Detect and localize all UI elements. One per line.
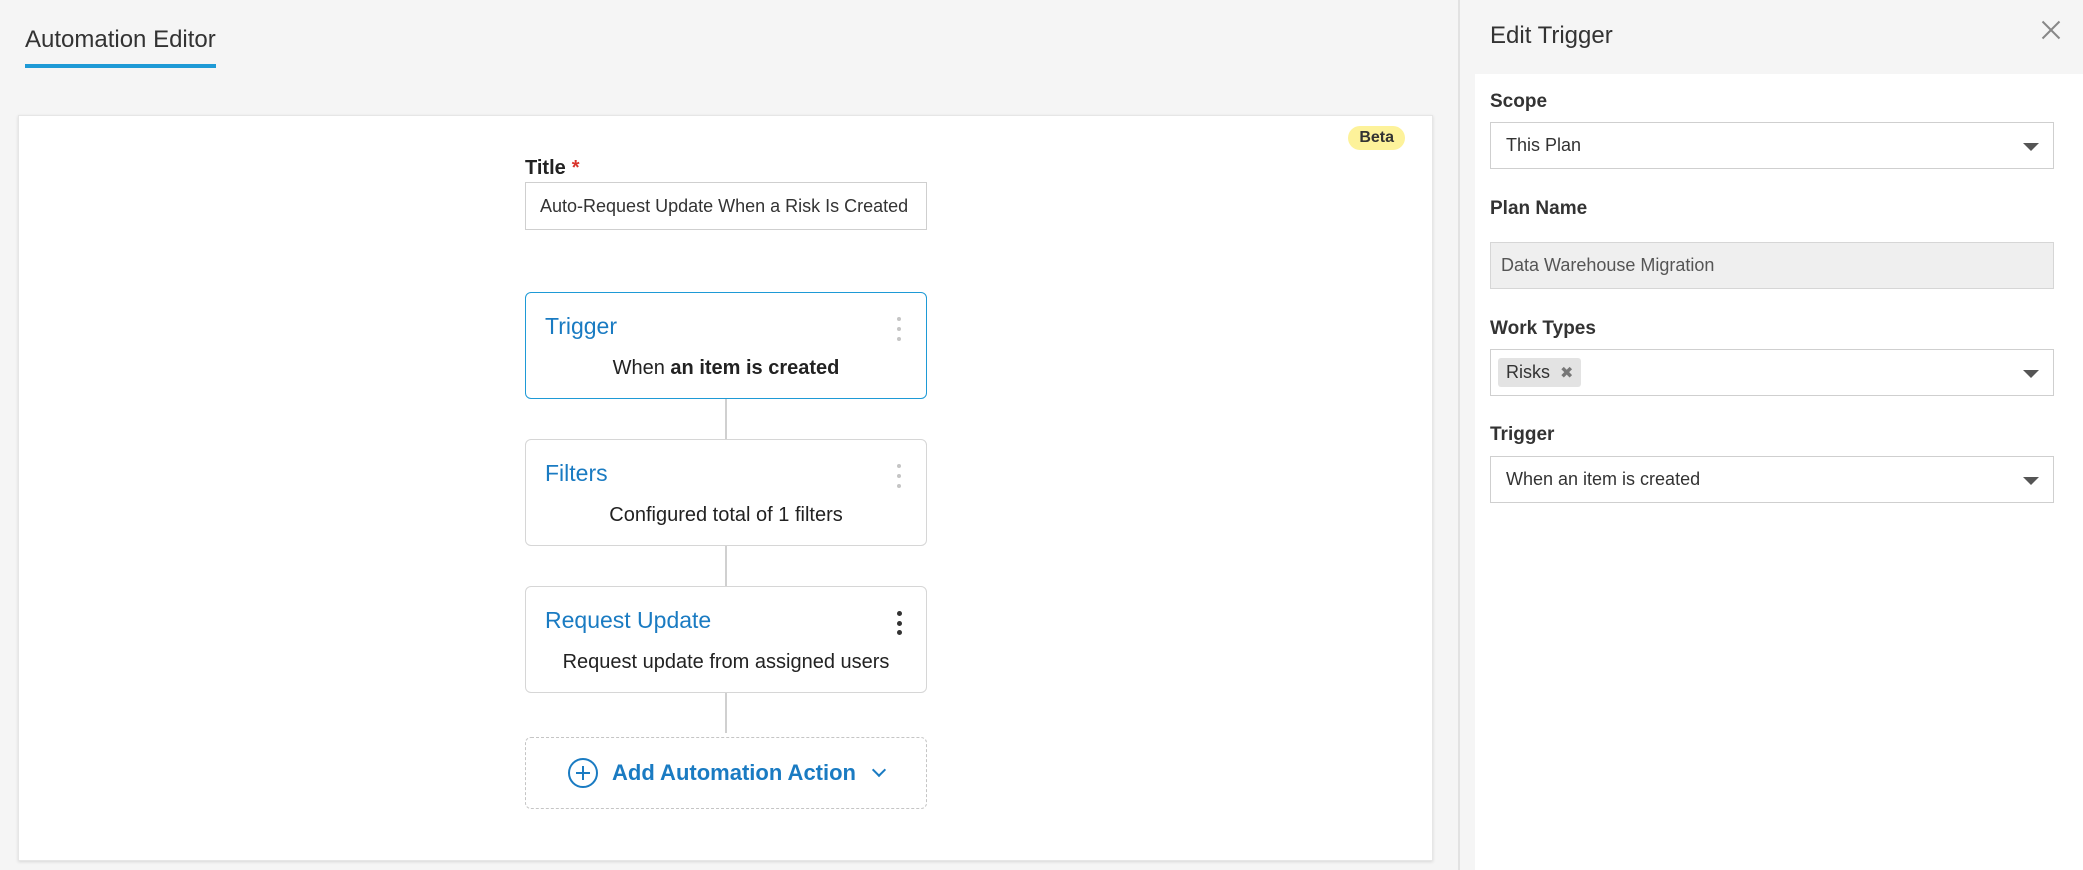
work-types-label: Work Types xyxy=(1490,318,1596,339)
filters-more-icon[interactable] xyxy=(896,464,902,488)
tab-automation-editor[interactable]: Automation Editor xyxy=(25,26,216,68)
caret-down-icon xyxy=(2023,143,2039,151)
add-automation-action-label: Add Automation Action xyxy=(612,760,856,785)
trigger-value: When an item is created xyxy=(1506,469,1701,489)
trigger-more-icon[interactable] xyxy=(896,317,902,341)
plan-name-field: Data Warehouse Migration xyxy=(1490,242,2054,289)
edit-trigger-panel: Edit Trigger Scope This Plan Plan Name D… xyxy=(1460,0,2083,870)
automation-canvas: Beta Title* Trigger When an item is crea… xyxy=(18,115,1433,861)
remove-tag-icon[interactable]: ✖ xyxy=(1560,363,1573,383)
connector-line xyxy=(725,693,727,733)
chevron-down-icon xyxy=(871,762,887,778)
panel-header: Edit Trigger xyxy=(1460,0,2083,74)
scope-value: This Plan xyxy=(1506,135,1582,155)
filters-card[interactable]: Filters Configured total of 1 filters xyxy=(525,439,927,546)
trigger-card[interactable]: Trigger When an item is created xyxy=(525,292,927,399)
work-type-tag-label: Risks xyxy=(1506,362,1550,382)
title-label-text: Title xyxy=(525,157,566,179)
add-automation-action-button[interactable]: Add Automation Action xyxy=(525,737,927,809)
trigger-select[interactable]: When an item is created xyxy=(1490,456,2054,503)
trigger-desc-prefix: When xyxy=(612,357,671,379)
plan-name-label: Plan Name xyxy=(1490,198,1588,219)
panel-body: Scope This Plan Plan Name Data Warehouse… xyxy=(1475,74,2083,870)
plus-circle-icon xyxy=(568,758,598,788)
trigger-label: Trigger xyxy=(1490,424,1555,445)
beta-badge: Beta xyxy=(1348,126,1405,150)
trigger-card-desc: When an item is created xyxy=(526,357,926,380)
filters-card-title: Filters xyxy=(545,460,608,486)
scope-label: Scope xyxy=(1490,91,1548,112)
panel-title: Edit Trigger xyxy=(1490,22,1613,49)
connector-line xyxy=(725,546,727,586)
plan-name-value: Data Warehouse Migration xyxy=(1501,255,1715,275)
trigger-desc-bold: an item is created xyxy=(670,357,840,379)
request-update-card-desc: Request update from assigned users xyxy=(562,651,890,673)
title-input[interactable] xyxy=(525,182,927,230)
work-type-tag: Risks ✖ xyxy=(1498,358,1582,387)
caret-down-icon xyxy=(2023,477,2039,485)
title-label: Title * xyxy=(525,157,580,180)
trigger-card-title: Trigger xyxy=(545,313,617,339)
editor-area: Automation Editor Beta Title* Trigger Wh… xyxy=(0,0,1458,870)
caret-down-icon xyxy=(2023,370,2039,378)
scope-select[interactable]: This Plan xyxy=(1490,122,2054,169)
connector-line xyxy=(725,399,727,439)
close-icon[interactable] xyxy=(2041,20,2061,40)
request-update-card[interactable]: Request Update Request update from assig… xyxy=(525,586,927,693)
filters-card-desc: Configured total of 1 filters xyxy=(609,504,843,526)
work-types-select[interactable]: Risks ✖ xyxy=(1490,349,2054,396)
required-marker: * xyxy=(571,157,580,179)
request-update-more-icon[interactable] xyxy=(896,611,902,635)
request-update-card-title: Request Update xyxy=(545,607,712,633)
